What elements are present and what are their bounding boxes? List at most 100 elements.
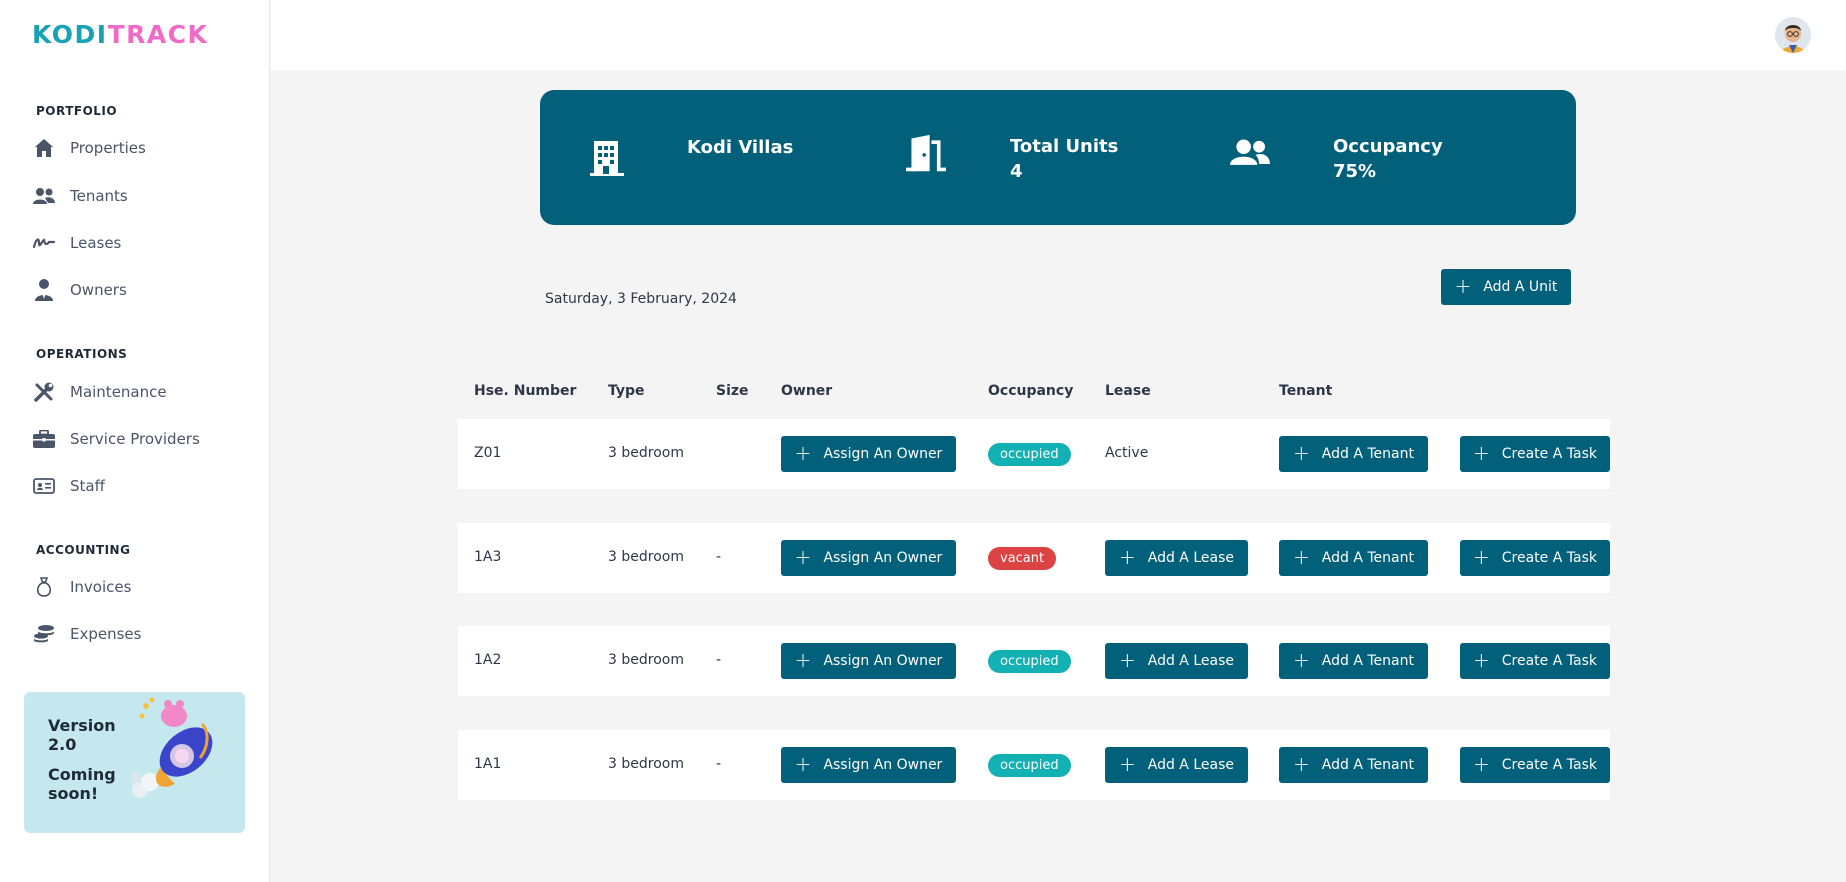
plus-icon: +	[1118, 648, 1136, 672]
plus-icon: +	[1473, 441, 1490, 465]
building-icon	[590, 141, 624, 176]
rocket-illustration-icon	[131, 697, 213, 798]
unit-type: 3 bedroom	[608, 756, 684, 772]
unit-type: 3 bedroom	[608, 445, 684, 461]
house-number: 1A3	[474, 549, 502, 565]
plus-icon: +	[1473, 545, 1490, 569]
assign-owner-button[interactable]: + Assign An Owner	[781, 747, 956, 783]
total-units-value: 4	[1010, 161, 1023, 182]
sidebar-item-owners[interactable]: Owners	[33, 274, 253, 306]
user-avatar[interactable]	[1775, 17, 1811, 53]
add-lease-button[interactable]: + Add A Lease	[1105, 540, 1248, 576]
sidebar-item-label: Expenses	[70, 625, 142, 643]
house-number: 1A2	[474, 652, 502, 668]
occupancy-status-badge: vacant	[988, 547, 1057, 570]
sidebar-item-label: Staff	[70, 477, 105, 495]
create-task-button[interactable]: + Create A Task	[1460, 643, 1610, 679]
sidebar-item-label: Invoices	[70, 578, 132, 596]
add-unit-button[interactable]: + Add A Unit	[1441, 269, 1571, 305]
create-task-button[interactable]: + Create A Task	[1460, 436, 1610, 472]
add-tenant-button[interactable]: + Add A Tenant	[1279, 643, 1428, 679]
sidebar-item-staff[interactable]: Staff	[33, 470, 253, 502]
plus-icon: +	[794, 441, 812, 465]
sidebar-item-label: Tenants	[70, 187, 128, 205]
plus-icon: +	[1293, 441, 1310, 465]
sidebar-item-leases[interactable]: Leases	[33, 227, 253, 259]
add-lease-button[interactable]: + Add A Lease	[1105, 747, 1248, 783]
unit-size: -	[716, 549, 722, 565]
user-avatar-icon	[1775, 17, 1811, 53]
column-header-tenant: Tenant	[1279, 383, 1333, 399]
top-bar	[271, 0, 1846, 70]
version-promo-card: Version 2.0 Coming soon!	[24, 692, 245, 833]
plus-icon: +	[1293, 545, 1310, 569]
home-icon	[33, 137, 55, 159]
plus-icon: +	[1473, 648, 1490, 672]
user-tie-icon	[33, 279, 55, 301]
sidebar-item-expenses[interactable]: Expenses	[33, 618, 253, 650]
tools-icon	[33, 381, 55, 403]
column-header-house-number: Hse. Number	[474, 383, 577, 399]
unit-type: 3 bedroom	[608, 549, 684, 565]
section-title-operations: OPERATIONS	[36, 347, 128, 361]
occupancy-value: 75%	[1333, 161, 1377, 182]
sidebar-item-properties[interactable]: Properties	[33, 132, 253, 164]
sidebar-item-label: Properties	[70, 139, 146, 157]
add-tenant-button[interactable]: + Add A Tenant	[1279, 436, 1428, 472]
sidebar-item-label: Owners	[70, 281, 127, 299]
add-tenant-button[interactable]: + Add A Tenant	[1279, 747, 1428, 783]
table-row: 1A3 3 bedroom - + Assign An Owner vacant …	[458, 523, 1610, 593]
briefcase-icon	[33, 428, 55, 450]
add-tenant-button[interactable]: + Add A Tenant	[1279, 540, 1428, 576]
plus-icon: +	[1118, 752, 1136, 776]
unit-type: 3 bedroom	[608, 652, 684, 668]
users-icon	[1230, 139, 1270, 165]
users-icon	[33, 185, 55, 207]
sidebar: KODITRACK PORTFOLIO Properties Tenants L…	[0, 0, 270, 882]
door-open-icon	[906, 134, 946, 172]
plus-icon: +	[794, 752, 812, 776]
signature-icon	[33, 232, 55, 254]
unit-size: -	[716, 756, 722, 772]
assign-owner-button[interactable]: + Assign An Owner	[781, 643, 956, 679]
plus-icon: +	[794, 545, 812, 569]
occupancy-status-badge: occupied	[988, 443, 1071, 466]
sidebar-item-tenants[interactable]: Tenants	[33, 180, 253, 212]
sidebar-item-maintenance[interactable]: Maintenance	[33, 376, 253, 408]
table-row: 1A2 3 bedroom - + Assign An Owner occupie…	[458, 626, 1610, 696]
plus-icon: +	[794, 648, 812, 672]
sidebar-item-label: Leases	[70, 234, 122, 252]
id-card-icon	[33, 475, 55, 497]
money-bag-icon	[33, 576, 55, 598]
house-number: 1A1	[474, 756, 502, 772]
assign-owner-button[interactable]: + Assign An Owner	[781, 436, 956, 472]
column-header-owner: Owner	[781, 383, 833, 399]
section-title-accounting: ACCOUNTING	[36, 543, 131, 557]
property-name: Kodi Villas	[687, 137, 794, 158]
coins-icon	[33, 623, 55, 645]
plus-icon: +	[1293, 648, 1310, 672]
sidebar-item-service-providers[interactable]: Service Providers	[33, 423, 253, 455]
create-task-button[interactable]: + Create A Task	[1460, 540, 1610, 576]
sidebar-item-invoices[interactable]: Invoices	[33, 571, 253, 603]
plus-icon: +	[1454, 274, 1472, 298]
table-row: Z01 3 bedroom + Assign An Owner occupied …	[458, 419, 1610, 489]
column-header-size: Size	[716, 383, 749, 399]
table-row: 1A1 3 bedroom - + Assign An Owner occupie…	[458, 730, 1610, 800]
current-date: Saturday, 3 February, 2024	[545, 291, 737, 307]
unit-size: -	[716, 652, 722, 668]
occupancy-status-badge: occupied	[988, 650, 1071, 673]
promo-text: Version 2.0 Coming soon!	[48, 716, 116, 803]
sidebar-item-label: Maintenance	[70, 383, 167, 401]
app-logo[interactable]: KODITRACK	[32, 20, 208, 49]
column-header-lease: Lease	[1105, 383, 1151, 399]
sidebar-item-label: Service Providers	[70, 430, 200, 448]
plus-icon: +	[1473, 752, 1490, 776]
plus-icon: +	[1293, 752, 1310, 776]
create-task-button[interactable]: + Create A Task	[1460, 747, 1610, 783]
occupancy-status-badge: occupied	[988, 754, 1071, 777]
add-lease-button[interactable]: + Add A Lease	[1105, 643, 1248, 679]
occupancy-label: Occupancy	[1333, 136, 1443, 157]
total-units-label: Total Units	[1010, 136, 1119, 157]
assign-owner-button[interactable]: + Assign An Owner	[781, 540, 956, 576]
